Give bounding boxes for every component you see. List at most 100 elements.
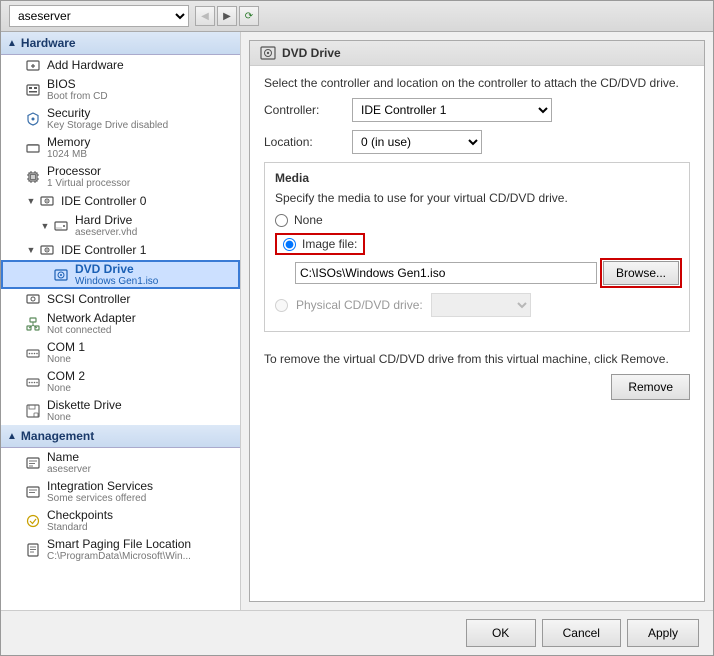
- sidebar: ▲ Hardware Add Hardware BIOS Boot: [1, 32, 241, 610]
- image-file-label[interactable]: Image file:: [302, 237, 357, 251]
- bios-text: BIOS Boot from CD: [47, 77, 108, 102]
- sidebar-item-bios[interactable]: BIOS Boot from CD: [1, 75, 240, 104]
- ok-button[interactable]: OK: [466, 619, 536, 647]
- location-select[interactable]: 0 (in use): [352, 130, 482, 154]
- hard-drive-text: Hard Drive aseserver.vhd: [75, 213, 137, 238]
- sidebar-item-dvd-drive[interactable]: ▼ DVD Drive Windows Gen1.iso: [1, 260, 240, 289]
- scsi-text: SCSI Controller: [47, 292, 130, 306]
- integration-icon: [25, 484, 41, 500]
- machine-select[interactable]: aseserver: [9, 5, 189, 27]
- processor-name: Processor: [47, 164, 130, 178]
- processor-detail: 1 Virtual processor: [47, 178, 130, 189]
- checkpoints-name: Checkpoints: [47, 508, 113, 522]
- none-radio[interactable]: [275, 214, 288, 227]
- name-icon: [25, 455, 41, 471]
- controller-label: Controller:: [264, 103, 344, 117]
- controller-row: Controller: IDE Controller 1: [264, 98, 690, 122]
- nav-buttons: ◀ ▶ ⟳: [195, 6, 259, 26]
- remove-button[interactable]: Remove: [611, 374, 690, 400]
- sidebar-item-scsi[interactable]: SCSI Controller: [1, 289, 240, 309]
- browse-button[interactable]: Browse...: [603, 261, 679, 285]
- sidebar-item-smart-paging[interactable]: Smart Paging File Location C:\ProgramDat…: [1, 535, 240, 564]
- dvd-group: DVD Drive Select the controller and loca…: [249, 40, 705, 602]
- hard-drive-name: Hard Drive: [75, 213, 137, 227]
- ide0-name: IDE Controller 0: [61, 194, 146, 208]
- image-file-input[interactable]: [295, 262, 597, 284]
- checkpoints-detail: Standard: [47, 522, 113, 533]
- com1-name: COM 1: [47, 340, 85, 354]
- dvd-group-content: Select the controller and location on th…: [250, 66, 704, 410]
- name-detail: aseserver: [47, 464, 91, 475]
- main-content: ▲ Hardware Add Hardware BIOS Boot: [1, 32, 713, 610]
- network-icon: [25, 316, 41, 332]
- sidebar-item-com1[interactable]: COM 1 None: [1, 338, 240, 367]
- sidebar-item-network[interactable]: Network Adapter Not connected: [1, 309, 240, 338]
- sidebar-item-security[interactable]: Security Key Storage Drive disabled: [1, 104, 240, 133]
- diskette-icon: [25, 403, 41, 419]
- physical-radio[interactable]: [275, 299, 288, 312]
- none-radio-label[interactable]: None: [294, 213, 323, 227]
- sidebar-item-checkpoints[interactable]: Checkpoints Standard: [1, 506, 240, 535]
- smart-paging-text: Smart Paging File Location C:\ProgramDat…: [47, 537, 191, 562]
- add-hardware-text: Add Hardware: [47, 58, 124, 72]
- harddrive-expand-icon: ▼: [39, 220, 51, 232]
- sidebar-item-memory[interactable]: Memory 1024 MB: [1, 133, 240, 162]
- location-label: Location:: [264, 135, 344, 149]
- name-text: Name aseserver: [47, 450, 91, 475]
- security-icon: [25, 111, 41, 127]
- image-file-radio-highlight: Image file:: [275, 233, 365, 255]
- apply-button[interactable]: Apply: [627, 619, 699, 647]
- memory-detail: 1024 MB: [47, 149, 90, 160]
- location-row: Location: 0 (in use): [264, 130, 690, 154]
- title-bar: aseserver ◀ ▶ ⟳: [1, 1, 713, 32]
- network-text: Network Adapter Not connected: [47, 311, 136, 336]
- sidebar-item-com2[interactable]: COM 2 None: [1, 367, 240, 396]
- com1-detail: None: [47, 354, 85, 365]
- hard-drive-icon: [53, 218, 69, 234]
- hard-drive-detail: aseserver.vhd: [75, 227, 137, 238]
- forward-button[interactable]: ▶: [217, 6, 237, 26]
- sidebar-item-integration[interactable]: Integration Services Some services offer…: [1, 477, 240, 506]
- bios-detail: Boot from CD: [47, 91, 108, 102]
- image-file-radio[interactable]: [283, 238, 296, 251]
- ide1-text: IDE Controller 1: [61, 243, 146, 257]
- hardware-section-header[interactable]: ▲ Hardware: [1, 32, 240, 55]
- ide1-name: IDE Controller 1: [61, 243, 146, 257]
- sidebar-item-ide0[interactable]: ▼ IDE Controller 0: [1, 191, 240, 211]
- ide0-icon: [39, 193, 55, 209]
- physical-row: Physical CD/DVD drive:: [275, 293, 679, 317]
- diskette-text: Diskette Drive None: [47, 398, 122, 423]
- physical-select[interactable]: [431, 293, 531, 317]
- sidebar-item-processor[interactable]: Processor 1 Virtual processor: [1, 162, 240, 191]
- physical-label: Physical CD/DVD drive:: [296, 298, 423, 312]
- network-name: Network Adapter: [47, 311, 136, 325]
- security-text: Security Key Storage Drive disabled: [47, 106, 168, 131]
- com2-name: COM 2: [47, 369, 85, 383]
- smart-paging-icon: [25, 542, 41, 558]
- sidebar-item-add-hardware[interactable]: Add Hardware: [1, 55, 240, 75]
- integration-detail: Some services offered: [47, 493, 153, 504]
- sidebar-item-name[interactable]: Name aseserver: [1, 448, 240, 477]
- com1-icon: [25, 345, 41, 361]
- sidebar-item-ide1[interactable]: ▼ IDE Controller 1: [1, 240, 240, 260]
- media-desc: Specify the media to use for your virtua…: [275, 191, 679, 205]
- diskette-name: Diskette Drive: [47, 398, 122, 412]
- right-panel: DVD Drive Select the controller and loca…: [241, 32, 713, 610]
- processor-icon: [25, 169, 41, 185]
- sidebar-item-diskette[interactable]: Diskette Drive None: [1, 396, 240, 425]
- memory-icon: [25, 140, 41, 156]
- integration-name: Integration Services: [47, 479, 153, 493]
- none-radio-row: None: [275, 213, 679, 227]
- add-hardware-icon: [25, 57, 41, 73]
- dvd-description: Select the controller and location on th…: [264, 76, 690, 90]
- back-button[interactable]: ◀: [195, 6, 215, 26]
- refresh-button[interactable]: ⟳: [239, 6, 259, 26]
- bios-name: BIOS: [47, 77, 108, 91]
- hardware-section-label: Hardware: [21, 36, 76, 50]
- sidebar-item-hard-drive[interactable]: ▼ Hard Drive aseserver.vhd: [1, 211, 240, 240]
- cancel-button[interactable]: Cancel: [542, 619, 621, 647]
- remove-info-text: To remove the virtual CD/DVD drive from …: [264, 352, 690, 366]
- management-section-header[interactable]: ▲ Management: [1, 425, 240, 448]
- image-file-path-row: Browse...: [295, 261, 679, 285]
- controller-select[interactable]: IDE Controller 1: [352, 98, 552, 122]
